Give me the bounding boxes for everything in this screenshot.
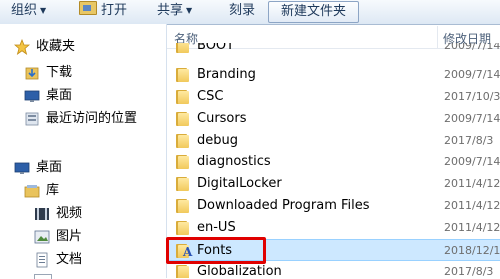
organize-menu[interactable]: 组织 ▼ (11, 0, 46, 24)
folder-icon (176, 90, 189, 104)
burn-button[interactable]: 刻录 (229, 0, 255, 24)
library-icon (24, 185, 40, 198)
folder-icon (176, 221, 189, 235)
nav-item-partial-icon (34, 274, 52, 279)
font-glyph-icon: A (183, 245, 193, 259)
file-date: 2017/8/3 (444, 265, 494, 278)
file-date: 2009/7/14 (444, 155, 500, 168)
nav-downloads[interactable]: 下载 (24, 62, 72, 84)
video-icon (35, 208, 49, 220)
nav-desktop-fav-label: 桌面 (46, 88, 73, 103)
file-date: 2009/7/14 (444, 43, 500, 52)
nav-favorites[interactable]: 收藏夹 (14, 36, 75, 58)
file-row-digitallocker[interactable]: DigitalLocker 2011/4/12 (167, 173, 500, 195)
nav-pictures-label: 图片 (56, 229, 83, 244)
file-date: 2011/4/12 (444, 177, 500, 190)
chevron-down-icon: ▼ (186, 6, 193, 15)
folder-icon (176, 199, 189, 213)
folder-icon (176, 43, 189, 53)
nav-documents-label: 文档 (56, 252, 83, 267)
nav-recent-label: 最近访问的位置 (46, 111, 138, 126)
nav-desktop-fav[interactable]: 桌面 (24, 85, 72, 107)
file-name: DigitalLocker (197, 176, 282, 191)
file-name: Globalization (197, 264, 282, 278)
file-row-downloaded-program-files[interactable]: Downloaded Program Files 2011/4/12 (167, 195, 500, 217)
pictures-icon (34, 230, 50, 244)
nav-desktop[interactable]: 桌面 (14, 157, 62, 179)
file-row-debug[interactable]: debug 2017/8/3 (167, 130, 500, 152)
file-date: 2011/4/12 (444, 199, 500, 212)
file-date: 2018/12/1 (444, 244, 500, 257)
share-menu[interactable]: 共享 ▼ (157, 0, 192, 24)
file-row-en-us[interactable]: en-US 2011/4/12 (167, 217, 500, 239)
nav-videos[interactable]: 视频 (34, 203, 82, 225)
nav-libraries[interactable]: 库 (24, 180, 59, 202)
organize-label: 组织 (11, 3, 38, 18)
folder-icon (176, 155, 189, 169)
nav-videos-label: 视频 (56, 206, 83, 221)
file-date: 2011/4/12 (444, 221, 500, 234)
nav-recent[interactable]: 最近访问的位置 (24, 108, 137, 130)
open-button[interactable]: 打开 (79, 0, 127, 24)
folder-icon (176, 177, 189, 191)
desktop-icon (24, 90, 40, 102)
file-name: diagnostics (197, 154, 271, 169)
open-icon (79, 1, 97, 15)
file-row-csc[interactable]: CSC 2017/10/3 (167, 86, 500, 108)
file-date: 2017/8/3 (444, 134, 494, 147)
nav-desktop-label: 桌面 (36, 160, 63, 175)
file-name: CSC (197, 89, 224, 104)
chevron-down-icon: ▼ (40, 6, 47, 15)
file-name: Downloaded Program Files (197, 198, 370, 213)
command-bar: 组织 ▼ 打开 共享 ▼ 刻录 新建文件夹 (0, 0, 500, 25)
file-name: BOOT (197, 43, 235, 53)
file-row-boot[interactable]: BOOT 2009/7/14 (167, 43, 500, 57)
folder-icon (176, 134, 189, 148)
file-row-cursors[interactable]: Cursors 2009/7/14 (167, 108, 500, 130)
nav-downloads-label: 下载 (46, 65, 73, 80)
folder-icon (176, 68, 189, 82)
new-folder-button[interactable]: 新建文件夹 (268, 1, 360, 23)
folder-icon (176, 112, 189, 126)
nav-documents[interactable]: 文档 (34, 249, 82, 271)
share-label: 共享 (157, 3, 184, 18)
file-name: Cursors (197, 111, 247, 126)
file-name: debug (197, 133, 238, 148)
file-date: 2009/7/14 (444, 68, 500, 81)
star-icon (14, 39, 30, 55)
file-row-branding[interactable]: Branding 2009/7/14 (167, 64, 500, 86)
nav-pictures[interactable]: 图片 (34, 226, 82, 248)
file-name: en-US (197, 220, 236, 235)
downloads-icon (25, 67, 39, 80)
file-date: 2009/7/14 (444, 112, 500, 125)
documents-icon (36, 252, 48, 268)
folder-icon (176, 265, 189, 278)
nav-favorites-label: 收藏夹 (36, 39, 76, 54)
desktop-icon (14, 162, 30, 174)
file-name: Branding (197, 67, 256, 82)
new-folder-label: 新建文件夹 (281, 4, 347, 19)
highlight-box (166, 237, 266, 264)
navigation-pane: 收藏夹 下载 桌面 最近访问的位置 桌面 库 视频 图片 文档 (0, 24, 167, 279)
recent-places-icon (25, 112, 39, 126)
nav-libraries-label: 库 (46, 183, 60, 198)
open-label: 打开 (101, 3, 128, 18)
file-date: 2017/10/3 (444, 90, 500, 103)
file-row-diagnostics[interactable]: diagnostics 2009/7/14 (167, 151, 500, 173)
burn-label: 刻录 (229, 3, 256, 18)
